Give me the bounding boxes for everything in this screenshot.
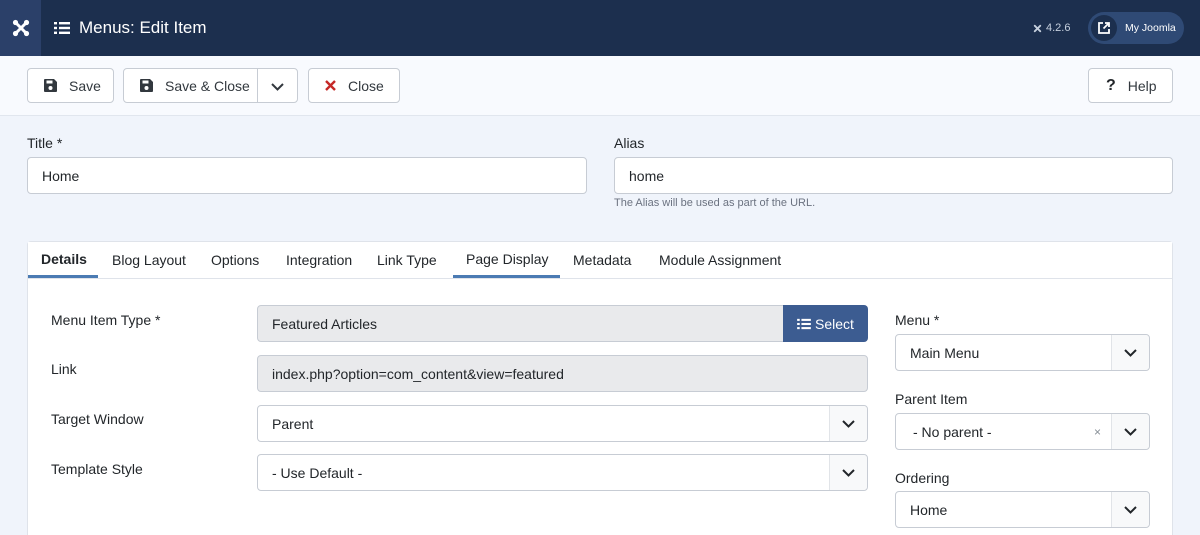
- alias-value: home: [629, 167, 665, 184]
- clear-icon[interactable]: ×: [1094, 414, 1101, 449]
- menu-item-type-field: Featured Articles: [257, 305, 784, 342]
- link-value: index.php?option=com_content&view=featur…: [272, 365, 564, 382]
- version-info: 4.2.6: [1032, 0, 1070, 56]
- template-style-label: Template Style: [51, 461, 143, 477]
- title-field[interactable]: Home: [27, 157, 587, 194]
- template-style-select[interactable]: - Use Default -: [257, 454, 868, 491]
- alias-field[interactable]: home: [614, 157, 1173, 194]
- toolbar: Save Save & Close Close ? Help: [0, 56, 1200, 116]
- alias-label: Alias: [614, 135, 645, 151]
- select-menu-item-type-button[interactable]: Select: [783, 305, 868, 342]
- save-close-button[interactable]: Save & Close: [123, 68, 258, 103]
- tab-module-assignment[interactable]: Module Assignment: [646, 242, 786, 278]
- close-label: Close: [348, 77, 384, 94]
- chevron-down-icon: [1111, 414, 1149, 449]
- alias-hint: The Alias will be used as part of the UR…: [614, 197, 816, 209]
- tab-link-type[interactable]: Link Type: [377, 242, 453, 278]
- chevron-down-icon: [1111, 335, 1149, 370]
- save-label: Save: [69, 77, 101, 94]
- ordering-select[interactable]: Home: [895, 491, 1150, 528]
- tab-metadata[interactable]: Metadata: [560, 242, 646, 278]
- ordering-label: Ordering: [895, 470, 950, 486]
- save-options-dropdown-button[interactable]: [257, 68, 298, 103]
- question-icon: ?: [1106, 76, 1116, 94]
- my-joomla-label: My Joomla: [1125, 22, 1176, 34]
- list-icon: [797, 318, 811, 330]
- tab-bar: Details Blog Layout Options Integration …: [28, 242, 1172, 279]
- menu-label: Menu *: [895, 312, 940, 328]
- title-label: Title *: [27, 135, 63, 151]
- parent-item-select[interactable]: - No parent - ×: [895, 413, 1150, 450]
- tab-options[interactable]: Options: [209, 242, 284, 278]
- select-label: Select: [815, 315, 854, 332]
- close-button[interactable]: Close: [308, 68, 400, 103]
- chevron-down-icon: [829, 455, 867, 490]
- template-style-value: - Use Default -: [272, 464, 363, 481]
- link-field: index.php?option=com_content&view=featur…: [257, 355, 868, 392]
- joomla-small-icon: [1032, 23, 1043, 34]
- list-icon: [54, 21, 70, 35]
- menu-item-type-label: Menu Item Type *: [51, 312, 161, 328]
- tab-details[interactable]: Details: [28, 242, 98, 278]
- top-header: Menus: Edit Item 4.2.6 My Joomla: [0, 0, 1200, 56]
- joomla-icon: [12, 19, 29, 37]
- close-icon: [325, 80, 336, 91]
- parent-item-value: - No parent -: [913, 423, 992, 440]
- save-button[interactable]: Save: [27, 68, 114, 103]
- help-button[interactable]: ? Help: [1088, 68, 1173, 103]
- page-title: Menus: Edit Item: [79, 18, 207, 37]
- tab-blog-layout[interactable]: Blog Layout: [98, 242, 209, 278]
- save-close-label: Save & Close: [165, 77, 250, 94]
- version-number: 4.2.6: [1046, 22, 1071, 34]
- link-label: Link: [51, 361, 77, 377]
- external-link-icon: [1091, 15, 1117, 41]
- help-label: Help: [1127, 77, 1157, 94]
- target-window-select[interactable]: Parent: [257, 405, 868, 442]
- menu-select[interactable]: Main Menu: [895, 334, 1150, 371]
- chevron-down-icon: [271, 78, 284, 94]
- tab-page-display[interactable]: Page Display: [453, 242, 560, 278]
- ordering-value: Home: [910, 501, 948, 518]
- joomla-logo[interactable]: [0, 0, 41, 56]
- chevron-down-icon: [1111, 492, 1149, 527]
- menu-item-type-value: Featured Articles: [272, 315, 378, 332]
- my-joomla-button[interactable]: My Joomla: [1088, 12, 1184, 44]
- target-window-value: Parent: [272, 415, 314, 432]
- title-value: Home: [42, 167, 80, 184]
- tab-integration[interactable]: Integration: [284, 242, 377, 278]
- chevron-down-icon: [829, 406, 867, 441]
- parent-item-label: Parent Item: [895, 391, 968, 407]
- target-window-label: Target Window: [51, 411, 144, 427]
- floppy-disk-icon: [44, 79, 57, 92]
- menu-value: Main Menu: [910, 344, 980, 361]
- floppy-disk-icon: [140, 79, 153, 92]
